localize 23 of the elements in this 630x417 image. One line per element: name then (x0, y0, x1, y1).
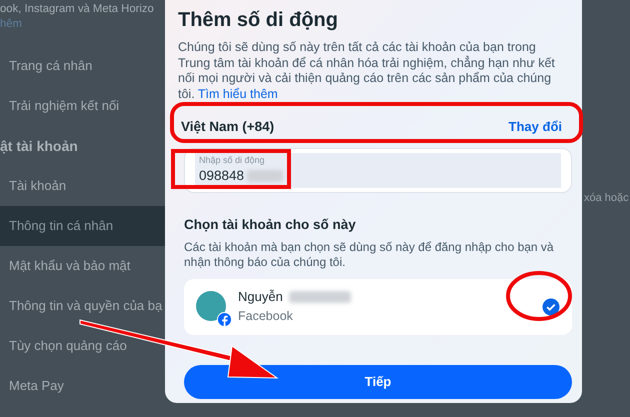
checkbox[interactable] (542, 298, 560, 316)
next-button[interactable]: Tiếp (184, 364, 572, 398)
sidebar-heading: ật tài khoản (0, 136, 79, 156)
blurred-text (288, 291, 351, 304)
dialog-description: Chúng tôi sẽ dùng số này trên tất cả các tài khoản của bạn trong Trung tâm tài khoản để cá nhân hóa trải nghiệm, chẳng hạn như kết nối mọi người và cải thiện quảng cáo trên các sản phẩm của chúng tôi. Tìm hiểu thêm (178, 40, 556, 102)
facebook-icon (217, 312, 232, 326)
field-label: Nhập số di động (199, 155, 266, 166)
dialog-title: Thêm số di động (178, 8, 339, 32)
account-name: Nguyễn (238, 288, 283, 306)
section-heading: Chọn tài khoản cho số này (184, 216, 357, 234)
country-selector[interactable]: Việt Nam (+84) (181, 116, 274, 138)
learn-more-link[interactable]: Tìm hiểu thêm (198, 86, 278, 100)
account-card[interactable]: Nguyễn Facebook (184, 278, 572, 334)
section-description: Các tài khoản mà bạn chọn sẽ dùng số này để đăng nhập cho bạn và nhận thông báo của chúng tôi. (184, 240, 555, 270)
blurred-text (247, 170, 283, 182)
intro-text: ook, Instagram và Meta Horizo (0, 2, 155, 17)
account-platform: Facebook (238, 308, 294, 325)
page-text: xóa hoặc (584, 191, 629, 206)
intro-text: hêm (0, 17, 23, 32)
avatar (196, 290, 226, 320)
highlight-ring (506, 271, 572, 321)
phone-input-field[interactable]: 098848 (199, 166, 247, 186)
change-link[interactable]: Thay đổi (508, 117, 562, 137)
